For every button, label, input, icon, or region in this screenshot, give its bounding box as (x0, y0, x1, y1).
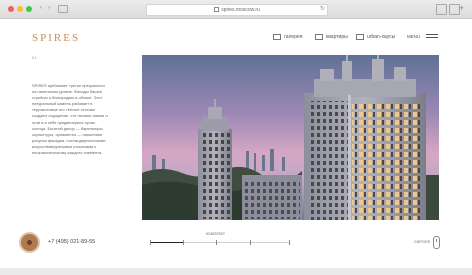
houses-icon (356, 34, 364, 40)
lock-icon (214, 7, 220, 13)
progress-tick[interactable] (183, 240, 184, 245)
menu-label[interactable]: MENU (407, 34, 420, 39)
apartments-icon (315, 34, 323, 40)
nav-item-label: галерея (284, 34, 303, 40)
nav-item-houses[interactable]: urban-хаусы (356, 34, 395, 40)
maximize-window-button[interactable] (26, 6, 32, 12)
nav-item-label: urban-хаусы (367, 34, 396, 40)
sidebar-icon[interactable] (58, 5, 68, 13)
reload-icon[interactable]: ↻ (320, 5, 325, 12)
progress-tick[interactable] (216, 240, 217, 245)
gallery-icon (273, 34, 281, 40)
minimize-window-button[interactable] (17, 6, 23, 12)
nav-item-label: квартиры (326, 34, 348, 40)
phone-number[interactable]: +7 (495) 021-89-55 (48, 239, 95, 245)
consultant-avatar[interactable] (19, 232, 40, 253)
progress-tick[interactable] (289, 240, 290, 245)
address-bar[interactable]: spires.moscow.ru (146, 4, 328, 16)
browser-toolbar: ‹ › spires.moscow.ru ↻ + (0, 0, 472, 19)
progress-fill (150, 242, 184, 243)
tower-photo (142, 55, 439, 220)
close-window-button[interactable] (8, 6, 14, 12)
new-tab-icon[interactable]: + (459, 3, 464, 13)
back-icon[interactable]: ‹ (40, 5, 42, 11)
forward-icon[interactable]: › (48, 5, 50, 11)
scroll-label: СКРОЛЛ (414, 239, 431, 244)
menu-icon[interactable] (426, 34, 438, 39)
share-icon[interactable] (436, 4, 447, 15)
progress-label: КОМПЛЕКТ (206, 232, 225, 236)
progress-tick[interactable] (150, 240, 151, 245)
address-bar-text: spires.moscow.ru (221, 7, 260, 13)
browser-bottom-bar (0, 268, 472, 275)
nav-item-gallery[interactable]: галерея (273, 34, 302, 40)
mouse-scroll-icon[interactable] (433, 236, 440, 249)
progress-track[interactable] (150, 240, 290, 245)
logo[interactable]: SPIRES (32, 32, 80, 44)
progress-tick[interactable] (250, 240, 251, 245)
section-number: 01 (32, 55, 37, 60)
nav-item-apartments[interactable]: квартиры (315, 34, 348, 40)
description-text: SPIRES пребывает третье прекрасного на п… (32, 83, 108, 156)
